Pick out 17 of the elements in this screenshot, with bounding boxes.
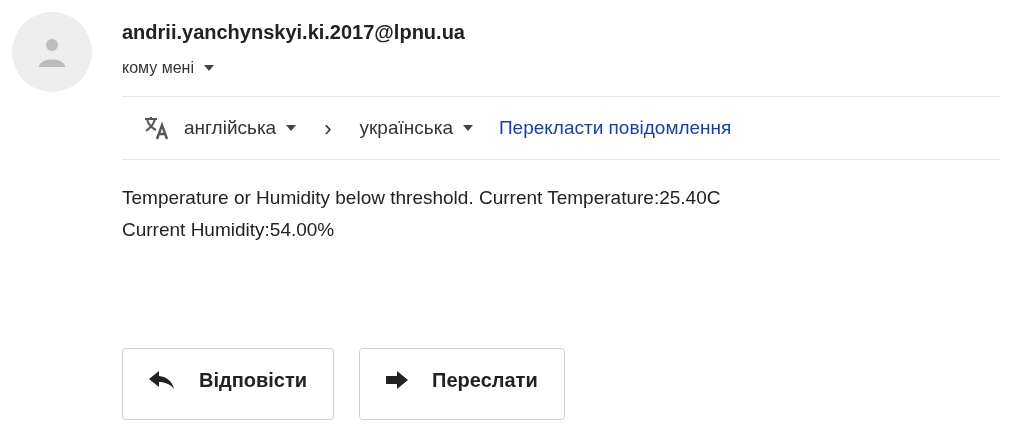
reply-arrow-icon [149,371,175,389]
reply-button[interactable]: Відповісти [122,348,335,420]
caret-icon [204,65,214,71]
recipient-dropdown[interactable]: кому мені [122,58,214,78]
target-language-dropdown[interactable]: українська [359,113,473,143]
person-silhouette-icon [37,37,67,67]
chevron-glyph: › [324,114,332,143]
translate-icon [144,116,170,140]
message-text: Current Humidity:54.00% [122,218,336,242]
message-text: Temperature or Humidity below threshold. Current Temperature:25.40C [122,186,722,210]
forward-arrow-icon [386,371,409,389]
source-language-dropdown[interactable]: англійська [184,113,297,143]
caret-icon [286,125,297,131]
sender-email: andrii.yanchynskyi.ki.2017@lpnu.ua [122,20,466,45]
translate-message-link[interactable]: Перекласти повідомлення [498,113,732,143]
forward-button[interactable]: Переслати [359,348,565,420]
caret-icon [462,125,473,131]
